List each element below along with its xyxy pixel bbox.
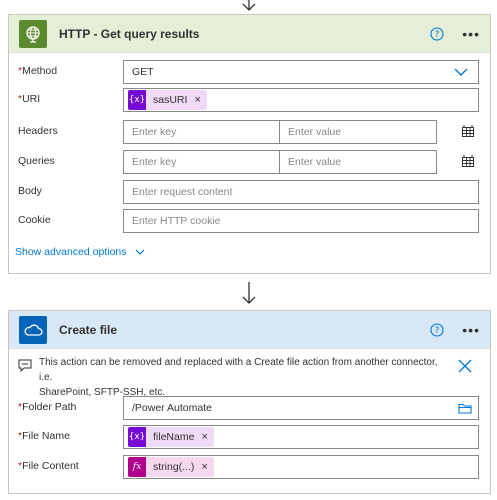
comment-icon xyxy=(18,359,32,375)
method-label: *Method xyxy=(18,65,58,77)
queries-label: Queries xyxy=(18,155,55,167)
method-row: *Method GET xyxy=(9,59,490,85)
create-file-card-title: Create file xyxy=(59,322,118,337)
uri-row: *URI {x} sasURI × xyxy=(9,87,490,113)
cookie-label: Cookie xyxy=(18,214,51,226)
folder-path-label: *Folder Path xyxy=(18,401,77,413)
close-icon[interactable]: × xyxy=(201,431,207,443)
table-icon[interactable] xyxy=(461,124,475,138)
info-text-line1: This action can be removed and replaced … xyxy=(39,357,438,383)
chevron-down-icon xyxy=(454,67,468,80)
folder-path-row: *Folder Path /Power Automate xyxy=(9,395,490,421)
close-icon[interactable]: × xyxy=(194,94,200,106)
cookie-input[interactable]: Enter HTTP cookie xyxy=(123,209,479,233)
create-file-card-header[interactable]: Create file ? ••• xyxy=(9,311,490,349)
headers-value-input[interactable]: Enter value xyxy=(279,120,437,144)
method-select[interactable]: GET xyxy=(123,60,479,84)
close-icon[interactable]: × xyxy=(201,461,207,473)
queries-value-input[interactable]: Enter value xyxy=(279,150,437,174)
info-banner: This action can be removed and replaced … xyxy=(9,355,490,398)
headers-label: Headers xyxy=(18,125,58,137)
arrow-down-icon xyxy=(0,0,497,12)
variable-icon: {x} xyxy=(128,427,146,447)
close-icon[interactable] xyxy=(458,359,472,376)
svg-text:?: ? xyxy=(435,30,440,40)
variable-icon: {x} xyxy=(128,90,146,110)
filename-token[interactable]: {x} fileName × xyxy=(128,427,214,447)
http-card-title: HTTP - Get query results xyxy=(59,26,200,41)
chevron-down-icon xyxy=(135,249,145,256)
queries-key-input[interactable]: Enter key xyxy=(123,150,280,174)
show-advanced-options-link[interactable]: Show advanced options xyxy=(15,246,145,258)
table-icon[interactable] xyxy=(461,154,475,168)
help-icon[interactable]: ? xyxy=(430,26,444,41)
help-icon[interactable]: ? xyxy=(430,322,444,337)
body-input[interactable]: Enter request content xyxy=(123,180,479,204)
file-content-label: *File Content xyxy=(18,460,79,472)
cookie-row: Cookie Enter HTTP cookie xyxy=(9,208,490,234)
headers-key-input[interactable]: Enter key xyxy=(123,120,280,144)
onedrive-cloud-icon xyxy=(19,315,47,344)
more-options-icon[interactable]: ••• xyxy=(462,323,480,337)
arrow-down-icon xyxy=(0,280,497,306)
headers-row: Headers Enter key Enter value xyxy=(9,119,490,145)
sasuri-token[interactable]: {x} sasURI × xyxy=(128,90,207,110)
http-card-header[interactable]: HTTP - Get query results ? ••• xyxy=(9,15,490,53)
globe-icon xyxy=(19,19,47,48)
uri-input[interactable]: {x} sasURI × xyxy=(123,88,479,112)
folder-path-input[interactable]: /Power Automate xyxy=(123,396,479,420)
more-options-icon[interactable]: ••• xyxy=(462,27,480,41)
http-action-card: HTTP - Get query results ? ••• *Method G… xyxy=(8,14,491,274)
file-content-row: *File Content fx string(...) × xyxy=(9,454,490,480)
body-row: Body Enter request content xyxy=(9,179,490,205)
method-value: GET xyxy=(132,66,154,78)
string-expression-token[interactable]: fx string(...) × xyxy=(128,457,214,477)
file-content-input[interactable]: fx string(...) × xyxy=(123,455,479,479)
queries-row: Queries Enter key Enter value xyxy=(9,149,490,175)
file-name-label: *File Name xyxy=(18,430,70,442)
file-name-input[interactable]: {x} fileName × xyxy=(123,425,479,449)
create-file-action-card: Create file ? ••• This action can be rem… xyxy=(8,310,491,494)
uri-label: *URI xyxy=(18,93,41,105)
expression-icon: fx xyxy=(128,457,146,477)
folder-icon[interactable] xyxy=(458,403,472,417)
folder-path-value: /Power Automate xyxy=(132,402,212,414)
svg-text:?: ? xyxy=(435,326,440,336)
body-label: Body xyxy=(18,185,42,197)
file-name-row: *File Name {x} fileName × xyxy=(9,424,490,450)
